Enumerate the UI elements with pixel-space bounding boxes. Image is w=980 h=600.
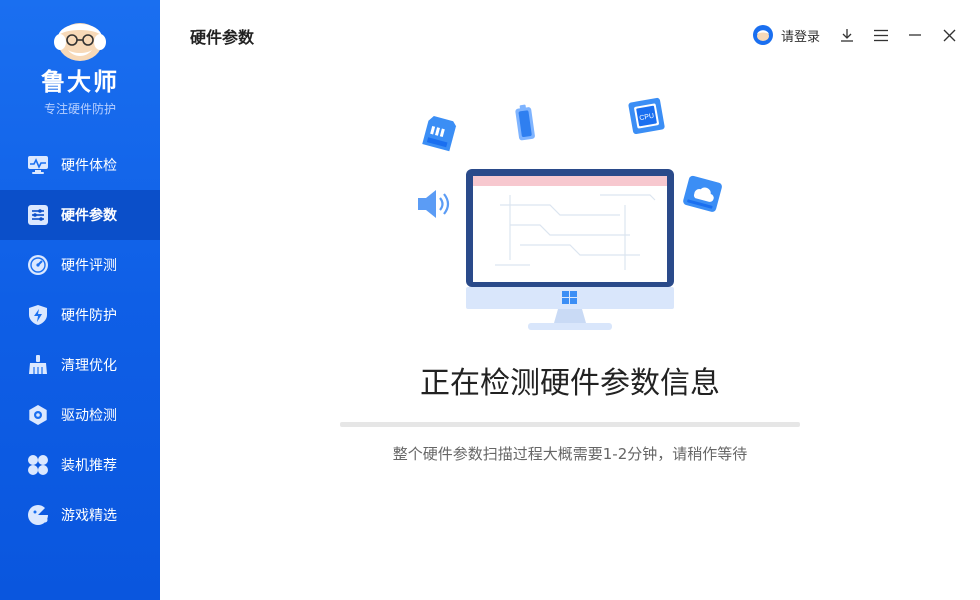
sidebar-item-label: 装机推荐: [61, 458, 117, 474]
brand: 鲁大师 专注硬件防护: [0, 0, 160, 130]
sidebar-item-driver-check[interactable]: 驱动检测: [0, 390, 160, 440]
scan-subtitle: 整个硬件参数扫描过程大概需要1-2分钟，请稍作等待: [392, 445, 748, 463]
cloud-drive-icon: [683, 175, 722, 212]
master-lu-logo-icon: [54, 23, 106, 61]
menu-button[interactable]: [864, 22, 898, 48]
login-label: 请登录: [780, 29, 820, 45]
brand-slogan: 专注硬件防护: [43, 102, 116, 116]
sidebar-item-hardware-checkup[interactable]: 硬件体检: [0, 140, 160, 190]
download-icon: [841, 29, 853, 42]
shield-bolt-icon: [26, 303, 50, 327]
close-button[interactable]: [932, 22, 966, 48]
sidebar-item-hardware-benchmark[interactable]: 硬件评测: [0, 240, 160, 290]
sliders-icon: [26, 203, 50, 227]
monitor-icon: [466, 169, 674, 330]
sidebar-item-cleanup[interactable]: 清理优化: [0, 340, 160, 390]
sidebar-item-label: 驱动检测: [61, 408, 117, 424]
gamepad-icon: [26, 503, 50, 527]
battery-icon: [515, 104, 535, 141]
sidebar-item-label: 游戏精选: [61, 508, 117, 524]
sidebar-item-hardware-protection[interactable]: 硬件防护: [0, 290, 160, 340]
sidebar-item-label: 硬件体检: [61, 158, 117, 174]
scanning-illustration: CPU: [418, 97, 722, 330]
speaker-icon: [418, 190, 450, 218]
sidebar-item-label: 硬件参数: [61, 208, 117, 224]
scan-headline: 正在检测硬件参数信息: [420, 366, 720, 401]
minimize-button[interactable]: [898, 22, 932, 48]
user-avatar-icon: [752, 25, 773, 45]
sidebar-nav: 硬件体检 硬件参数 硬件评测 硬件防护 清理优化 驱动检测 装机推荐 游戏精选: [0, 140, 160, 540]
sidebar-item-build-recommend[interactable]: 装机推荐: [0, 440, 160, 490]
page-title: 硬件参数: [190, 28, 255, 47]
sidebar-item-label: 清理优化: [61, 358, 117, 374]
menu-icon: [874, 29, 888, 41]
cpu-chip-icon: CPU: [628, 97, 665, 135]
login-button[interactable]: 请登录: [752, 25, 820, 45]
minimize-icon: [909, 34, 921, 36]
sidebar: 鲁大师 专注硬件防护 硬件体检 硬件参数 硬件评测 硬件防护 清理优化 驱动检测…: [0, 0, 160, 600]
brand-name: 鲁大师: [41, 68, 119, 96]
close-icon: [943, 29, 955, 41]
sidebar-item-hardware-params[interactable]: 硬件参数: [0, 190, 160, 240]
speedometer-icon: [26, 253, 50, 277]
monitor-pulse-icon: [26, 153, 50, 177]
puzzle-icon: [26, 453, 50, 477]
download-button[interactable]: [830, 22, 864, 48]
broom-icon: [26, 353, 50, 377]
sidebar-item-game-picks[interactable]: 游戏精选: [0, 490, 160, 540]
gear-icon: [26, 403, 50, 427]
sidebar-item-label: 硬件防护: [61, 308, 117, 324]
sd-card-icon: [422, 116, 457, 152]
sidebar-item-label: 硬件评测: [61, 258, 117, 274]
scan-progress-bar: [340, 422, 800, 427]
window-controls: 请登录: [752, 22, 966, 48]
